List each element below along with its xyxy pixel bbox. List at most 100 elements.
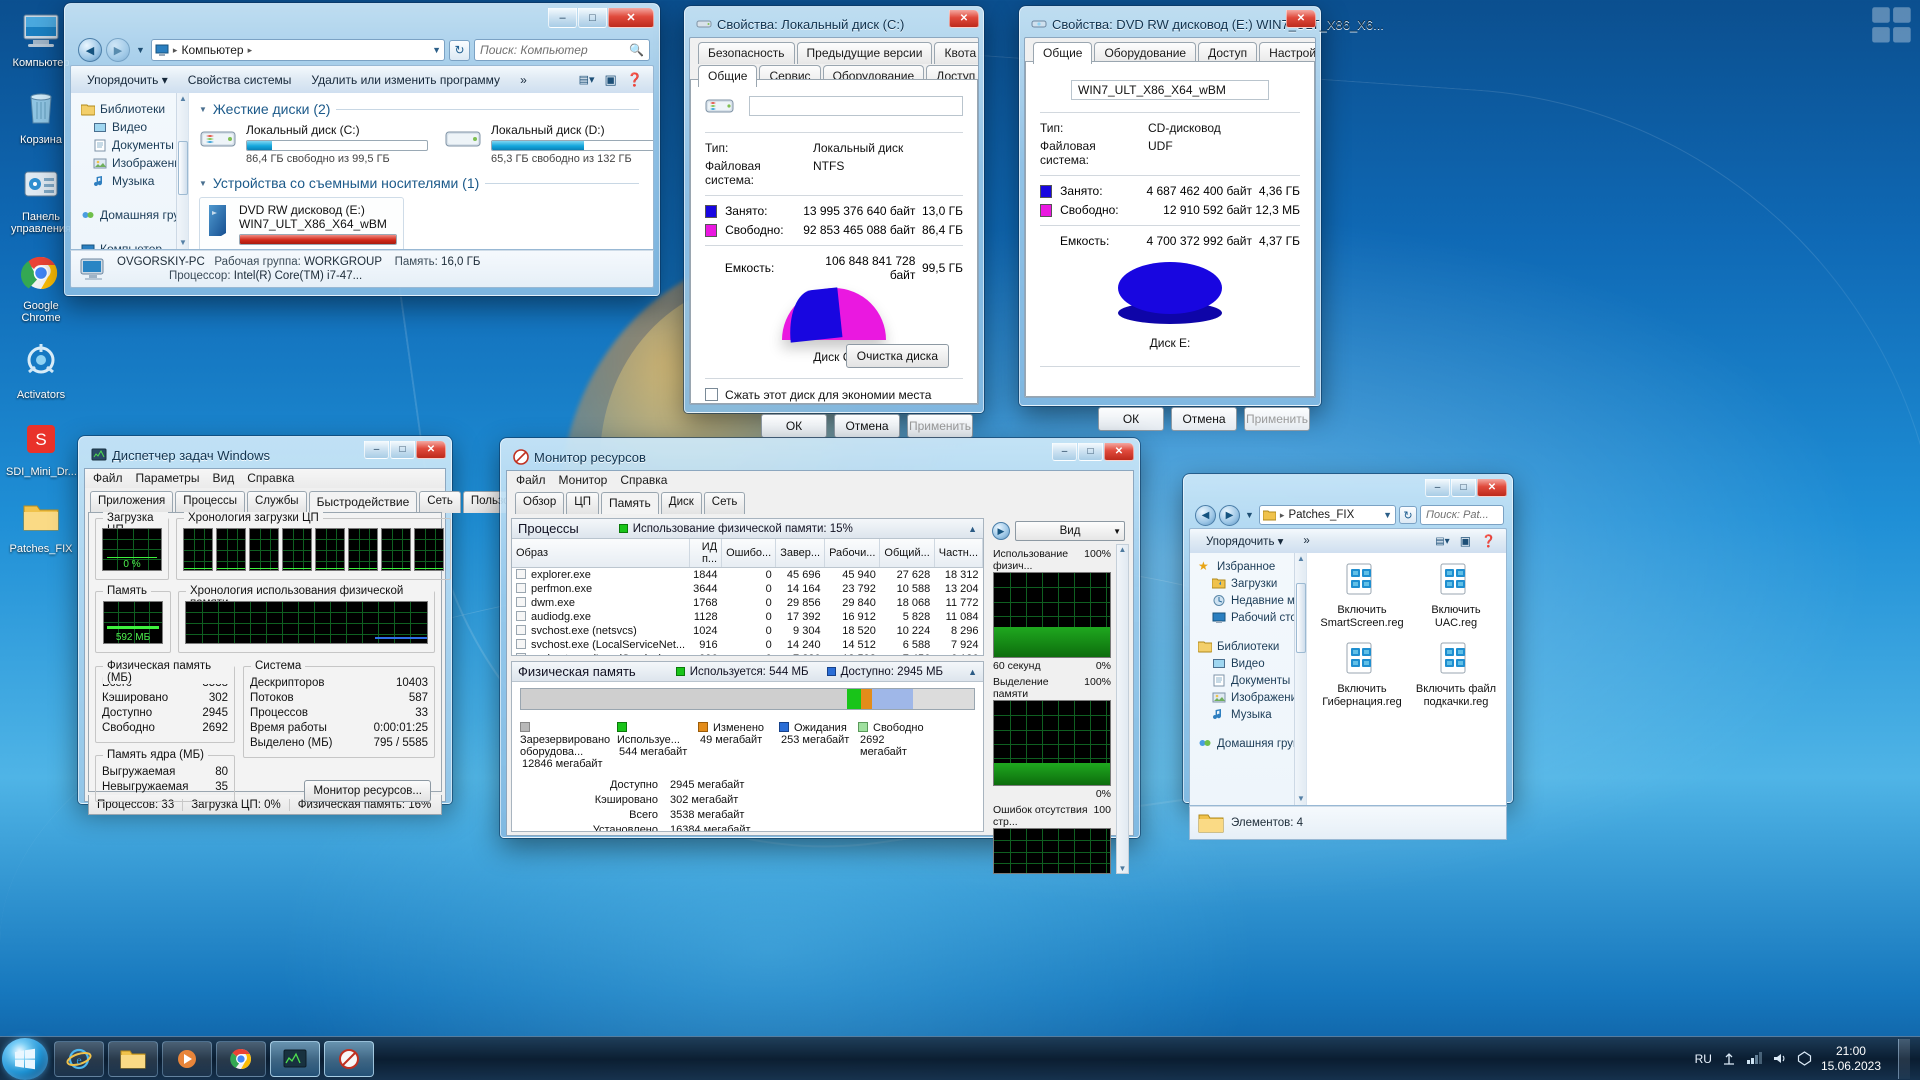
close-button[interactable]: ✕ <box>949 10 979 28</box>
menu-file[interactable]: Файл <box>516 473 546 490</box>
col-image[interactable]: Образ <box>512 539 690 568</box>
table-header-row[interactable]: Образ ИД п... Ошибо... Завер... Рабочи..… <box>512 539 983 568</box>
menu-help[interactable]: Справка <box>247 471 294 488</box>
tray-usb-icon[interactable] <box>1721 1051 1737 1066</box>
prope-titlebar[interactable]: Свойства: DVD RW дисковод (E:) WIN7_ULT_… <box>1024 10 1384 37</box>
resmon-tabs[interactable]: Обзор ЦП Память Диск Сеть <box>507 490 1133 514</box>
organize-menu[interactable]: Упорядочить ▾ <box>77 70 178 90</box>
system-tray[interactable]: RU 21:00 15.06.2023 <box>1695 1038 1920 1079</box>
breadcrumb-root[interactable]: Компьютер <box>181 43 243 57</box>
tab-disk[interactable]: Диск <box>660 492 702 514</box>
chevron-down-icon[interactable]: ▼ <box>1113 527 1121 536</box>
menu-file[interactable]: Файл <box>93 471 123 488</box>
tray-volume-icon[interactable] <box>1772 1051 1788 1066</box>
row-checkbox[interactable] <box>516 639 526 649</box>
view-row[interactable]: ▶ Вид ▼ <box>988 518 1129 544</box>
taskbar-button-chrome[interactable] <box>216 1040 266 1077</box>
sidebar-item-video[interactable]: Видео <box>71 118 188 136</box>
resmon-window-buttons[interactable]: – □ ✕ <box>1052 443 1134 461</box>
tab-cpu[interactable]: ЦП <box>566 492 599 514</box>
physical-memory-panel-header[interactable]: Физическая память Используется: 544 МБ Д… <box>512 662 983 682</box>
table-row[interactable]: svchost.exe (LocalService) 99607 28013 59… <box>512 652 983 655</box>
dialog-dvd-drive-e-properties[interactable]: Свойства: DVD RW дисковод (E:) WIN7_ULT_… <box>1019 6 1384 431</box>
view-dropdown[interactable]: Вид ▼ <box>1015 521 1125 541</box>
patches-titlebar[interactable]: – □ ✕ <box>1189 479 1507 502</box>
desktop-icon-activators[interactable]: Activators <box>6 340 76 401</box>
maximize-button[interactable]: □ <box>1078 443 1103 461</box>
sidebar-item-pictures[interactable]: Изображения <box>71 154 188 172</box>
window-patches-explorer[interactable]: – □ ✕ ◀ ▶ ▼ ▸ Patches_FIX ▼ ↻ Поиск: Pat… <box>1183 474 1513 840</box>
address-bar[interactable]: ▸ Компьютер ▸ ▼ <box>150 39 445 61</box>
scroll-down-arrow-icon[interactable]: ▼ <box>1296 793 1306 805</box>
close-button[interactable]: ✕ <box>608 8 654 28</box>
drive-item-e[interactable]: DVD RW дисковод (E:) WIN7_ULT_X86_X64_wB… <box>199 197 404 249</box>
table-row[interactable]: audiodg.exe 1128 0 17 392 16 912 5 828 11 084 <box>512 610 983 624</box>
volume-label-input[interactable]: WIN7_ULT_X86_X64_wBM <box>1071 80 1269 100</box>
show-desktop-button[interactable] <box>1898 1038 1910 1079</box>
taskmgr-tabs[interactable]: Приложения Процессы Службы Быстродействи… <box>85 488 554 513</box>
table-row[interactable]: svchost.exe (netsvcs) 1024 0 9 304 18 520 10 … <box>512 624 983 638</box>
list-item[interactable]: Включить Гибернация.reg <box>1315 640 1409 709</box>
navigation-pane-scrollbar[interactable]: ▲ ▼ <box>1294 553 1306 805</box>
window-resource-monitor[interactable]: Монитор ресурсов – □ ✕ Файл Монитор Спра… <box>500 438 1140 874</box>
sidebar-item-music[interactable]: Музыка <box>1190 706 1306 723</box>
search-input[interactable]: Поиск: Компьютер 🔍 <box>474 39 650 61</box>
resmon-scrollbar[interactable]: ▲ ▼ <box>1116 544 1129 874</box>
tab-networking[interactable]: Сеть <box>419 491 461 513</box>
drive-item-c[interactable]: Локальный диск (C:) 86,4 ГБ свободно из … <box>199 123 428 165</box>
tab-overview[interactable]: Обзор <box>515 492 565 514</box>
explorer-window-buttons[interactable]: – □ ✕ <box>548 8 654 28</box>
col-pid[interactable]: ИД п... <box>689 539 723 568</box>
forward-button[interactable]: ▶ <box>1219 504 1240 526</box>
list-item[interactable]: Включить файл подкачки.reg <box>1409 640 1503 709</box>
dialog-local-disk-c-properties[interactable]: Свойства: Локальный диск (C:) ✕ Безопасн… <box>684 6 984 438</box>
processes-table[interactable]: Образ ИД п... Ошибо... Завер... Рабочи..… <box>512 539 983 655</box>
preview-pane-icon[interactable]: ▣ <box>1460 534 1471 548</box>
maximize-button[interactable]: □ <box>578 8 607 28</box>
list-item[interactable]: Включить SmartScreen.reg <box>1315 561 1409 630</box>
taskbar-button-explorer[interactable] <box>108 1040 158 1077</box>
taskbar[interactable]: e RU 21:00 15.06.2023 <box>0 1036 1920 1080</box>
prope-window-buttons[interactable]: ✕ <box>1286 10 1316 28</box>
patches-content-pane[interactable]: Включить SmartScreen.reg Включить UAC.re… <box>1307 553 1506 805</box>
scroll-down-arrow-icon[interactable]: ▼ <box>1119 864 1127 873</box>
window-task-manager[interactable]: Диспетчер задач Windows – □ ✕ Файл Парам… <box>78 436 554 815</box>
propc-titlebar[interactable]: Свойства: Локальный диск (C:) ✕ <box>689 10 979 37</box>
propc-tab-row-1[interactable]: Безопасность Предыдущие версии Квота <box>690 38 978 64</box>
ok-button[interactable]: ОК <box>761 414 827 438</box>
sidebar-item-recent-places[interactable]: Недавние места <box>1190 592 1306 609</box>
tab-processes[interactable]: Процессы <box>175 491 245 513</box>
close-button[interactable]: ✕ <box>1477 479 1507 497</box>
taskbar-button-taskmgr[interactable] <box>270 1040 320 1077</box>
propc-compress-row[interactable]: Сжать этот диск для экономии места <box>705 388 963 402</box>
sidebar-item-homegroup[interactable]: Домашняя группа <box>1190 735 1306 752</box>
cancel-button[interactable]: Отмена <box>834 414 900 438</box>
address-dropdown-icon[interactable]: ▼ <box>1383 510 1392 520</box>
row-checkbox[interactable] <box>516 597 526 607</box>
row-checkbox[interactable] <box>516 611 526 621</box>
resmon-titlebar[interactable]: Монитор ресурсов – □ ✕ <box>506 443 1134 470</box>
col-working[interactable]: Рабочи... <box>824 539 881 568</box>
collapse-triangle-icon[interactable]: ▼ <box>199 105 207 114</box>
taskmgr-titlebar[interactable]: Диспетчер задач Windows – □ ✕ <box>84 441 446 468</box>
compress-checkbox[interactable] <box>705 388 718 401</box>
collapse-caret-icon[interactable]: ▲ <box>968 524 977 534</box>
window-computer-explorer[interactable]: – □ ✕ ◀ ▶ ▼ ▸ Компьютер ▸ ▼ ↻ Поиск: Ком… <box>64 3 660 296</box>
cancel-button[interactable]: Отмена <box>1171 407 1237 431</box>
disk-cleanup-button[interactable]: Очистка диска <box>845 344 949 368</box>
system-properties-button[interactable]: Свойства системы <box>178 70 302 90</box>
tray-lang-indicator[interactable]: RU <box>1695 1052 1712 1066</box>
ok-button[interactable]: ОК <box>1098 407 1164 431</box>
explorer-view-icons[interactable]: ▤▾ ▣ ❓ <box>579 72 647 88</box>
address-bar[interactable]: ▸ Patches_FIX ▼ <box>1258 505 1396 525</box>
refresh-button[interactable]: ↻ <box>1399 506 1417 524</box>
refresh-button[interactable]: ↻ <box>449 39 470 61</box>
start-button[interactable] <box>2 1037 48 1080</box>
scrollbar-thumb[interactable] <box>178 141 188 195</box>
preview-pane-icon[interactable]: ▣ <box>605 72 617 88</box>
taskbar-button-resmon[interactable] <box>324 1040 374 1077</box>
clock[interactable]: 21:00 15.06.2023 <box>1821 1044 1881 1074</box>
sidebar-item-favorites[interactable]: ★ Избранное <box>1190 558 1306 575</box>
tray-action-center-icon[interactable] <box>1797 1051 1812 1066</box>
desktop-icon-patches-fix[interactable]: Patches_FIX <box>6 494 76 555</box>
